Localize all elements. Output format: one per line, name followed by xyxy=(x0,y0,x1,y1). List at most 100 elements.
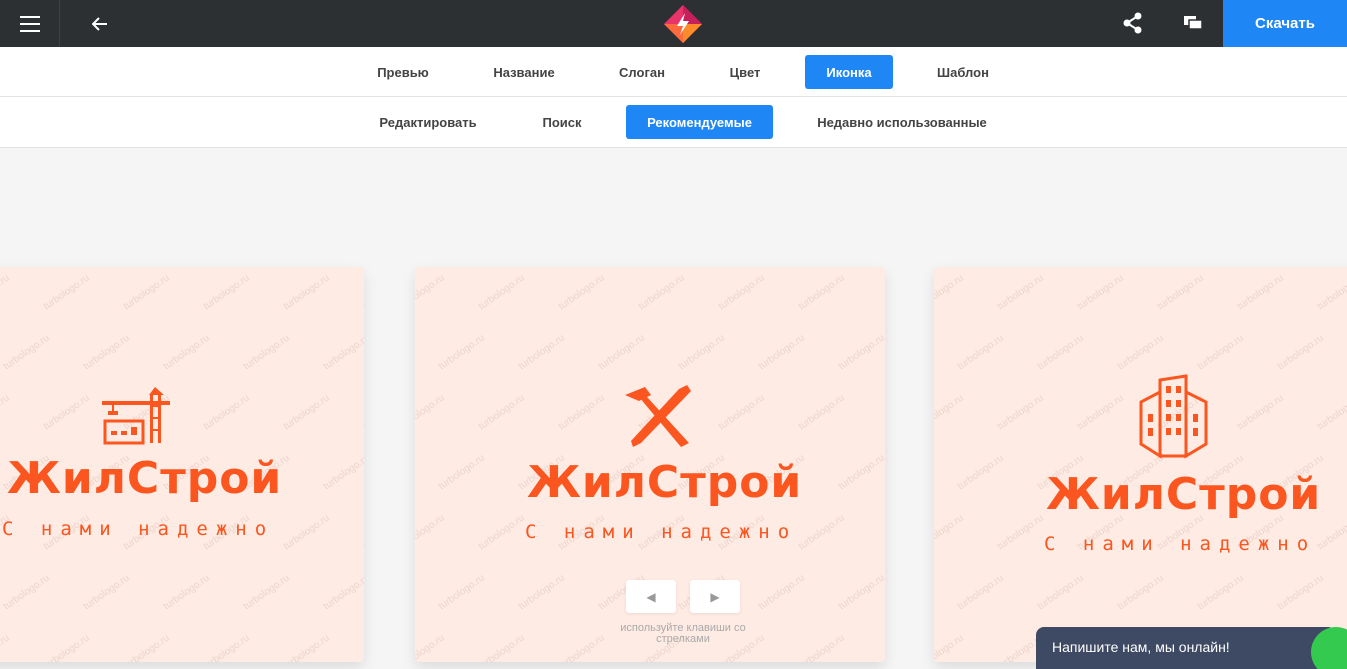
download-button[interactable]: Скачать xyxy=(1223,0,1347,47)
tab-slogan[interactable]: Слоган xyxy=(602,55,682,89)
online-chat-widget[interactable]: Напишите нам, мы онлайн! xyxy=(1036,627,1336,669)
back-button[interactable] xyxy=(80,0,120,47)
watermark-text: turbologo.ru xyxy=(836,332,885,373)
watermark-text: turbologo.ru xyxy=(836,452,885,493)
watermark-text: turbologo.ru xyxy=(934,632,966,662)
watermark-text: turbologo.ru xyxy=(955,572,1006,613)
watermark-text: turbologo.ru xyxy=(796,272,847,313)
subtab-recommended[interactable]: Рекомендуемые xyxy=(626,105,773,139)
watermark-text: turbologo.ru xyxy=(995,512,1046,553)
watermark-text: turbologo.ru xyxy=(1315,272,1347,313)
watermark-text: turbologo.ru xyxy=(476,392,527,433)
brand-slogan: С нами надежно xyxy=(1044,533,1317,555)
watermark-text: turbologo.ru xyxy=(81,332,132,373)
watermark-text: turbologo.ru xyxy=(1195,332,1246,373)
watermark-text: turbologo.ru xyxy=(321,452,364,493)
watermark-text: turbologo.ru xyxy=(995,392,1046,433)
watermark-text: turbologo.ru xyxy=(41,392,92,433)
triangle-left-icon: ◀ xyxy=(646,589,656,604)
watermark-text: turbologo.ru xyxy=(436,572,487,613)
watermark-text: turbologo.ru xyxy=(1075,272,1126,313)
watermark-text: turbologo.ru xyxy=(1115,572,1166,613)
watermark-text: turbologo.ru xyxy=(281,272,332,313)
watermark-text: turbologo.ru xyxy=(436,332,487,373)
watermark-text: turbologo.ru xyxy=(1155,272,1206,313)
watermark-text: turbologo.ru xyxy=(201,272,252,313)
watermark-text: turbologo.ru xyxy=(41,272,92,313)
tab-color[interactable]: Цвет xyxy=(712,55,778,89)
watermark-text: turbologo.ru xyxy=(1275,332,1326,373)
watermark-text: turbologo.ru xyxy=(361,512,364,553)
watermark-text: turbologo.ru xyxy=(934,392,966,433)
app-logo[interactable] xyxy=(663,4,703,44)
tab-template[interactable]: Шаблон xyxy=(922,55,1004,89)
keyboard-hint: используйте клавиши со стрелками xyxy=(620,622,746,645)
editor-tabs: Превью Название Слоган Цвет Иконка Шабло… xyxy=(0,47,1347,97)
tab-name[interactable]: Название xyxy=(474,55,574,89)
watermark-text: turbologo.ru xyxy=(796,632,847,662)
watermark-text: turbologo.ru xyxy=(796,392,847,433)
watermark-text: turbologo.ru xyxy=(556,392,607,433)
watermark-text: turbologo.ru xyxy=(1,332,52,373)
brand-name: ЖилСтрой xyxy=(7,453,283,504)
logo-card-1[interactable]: turbologo.ru turbologo.ru turbologo.ru turb… xyxy=(0,267,364,662)
watermark-text: turbologo.ru xyxy=(636,272,687,313)
watermark-text: turbologo.ru xyxy=(1035,572,1086,613)
arrow-left-icon xyxy=(92,16,107,31)
prev-button[interactable]: ◀ xyxy=(626,580,676,613)
subtab-edit[interactable]: Редактировать xyxy=(364,105,492,139)
brand-slogan: С нами надежно xyxy=(525,521,798,543)
watermark-text: turbologo.ru xyxy=(0,632,12,662)
logo-card-3[interactable]: turbologo.ru turbologo.ru turbologo.ru turb… xyxy=(934,267,1347,662)
watermark-text: turbologo.ru xyxy=(0,272,12,313)
subtab-recent[interactable]: Недавно использованные xyxy=(804,105,1000,139)
subtab-search[interactable]: Поиск xyxy=(527,105,597,139)
watermark-text: turbologo.ru xyxy=(516,332,567,373)
watermark-text: turbologo.ru xyxy=(0,392,12,433)
tab-icon[interactable]: Иконка xyxy=(805,55,893,89)
chat-button[interactable] xyxy=(1176,6,1210,40)
watermark-text: turbologo.ru xyxy=(676,332,727,373)
watermark-text: turbologo.ru xyxy=(415,512,447,553)
watermark-text: turbologo.ru xyxy=(596,332,647,373)
watermark-text: turbologo.ru xyxy=(556,272,607,313)
watermark-text: turbologo.ru xyxy=(121,272,172,313)
watermark-text: turbologo.ru xyxy=(81,572,132,613)
chat-widget-label: Напишите нам, мы онлайн! xyxy=(1052,639,1230,655)
watermark-text: turbologo.ru xyxy=(201,392,252,433)
watermark-text: turbologo.ru xyxy=(756,572,807,613)
skyscraper-icon xyxy=(1139,374,1208,459)
watermark-text: turbologo.ru xyxy=(241,332,292,373)
brand-slogan: С нами надежно xyxy=(2,518,275,540)
icon-subtabs: Редактировать Поиск Рекомендуемые Недавн… xyxy=(0,97,1347,148)
watermark-text: turbologo.ru xyxy=(1195,572,1246,613)
watermark-text: turbologo.ru xyxy=(361,392,364,433)
menu-button[interactable] xyxy=(0,0,60,47)
watermark-text: turbologo.ru xyxy=(1035,332,1086,373)
share-icon xyxy=(1123,12,1142,34)
turbologo-icon xyxy=(664,5,702,43)
watermark-text: turbologo.ru xyxy=(415,632,447,662)
watermark-text: turbologo.ru xyxy=(161,332,212,373)
watermark-text: turbologo.ru xyxy=(1075,392,1126,433)
watermark-text: turbologo.ru xyxy=(796,512,847,553)
watermark-text: turbologo.ru xyxy=(756,332,807,373)
tab-preview[interactable]: Превью xyxy=(358,55,448,89)
watermark-text: turbologo.ru xyxy=(934,272,966,313)
share-button[interactable] xyxy=(1116,6,1150,40)
watermark-text: turbologo.ru xyxy=(436,452,487,493)
watermark-text: turbologo.ru xyxy=(1275,572,1326,613)
watermark-text: turbologo.ru xyxy=(476,272,527,313)
watermark-text: turbologo.ru xyxy=(281,632,332,662)
watermark-text: turbologo.ru xyxy=(415,272,447,313)
watermark-text: turbologo.ru xyxy=(41,632,92,662)
watermark-text: turbologo.ru xyxy=(716,272,767,313)
watermark-text: turbologo.ru xyxy=(716,392,767,433)
next-button[interactable]: ▶ xyxy=(690,580,740,613)
watermark-text: turbologo.ru xyxy=(516,572,567,613)
chat-bubbles-icon xyxy=(1184,16,1203,30)
watermark-text: turbologo.ru xyxy=(1235,392,1286,433)
watermark-text: turbologo.ru xyxy=(1,572,52,613)
watermark-text: turbologo.ru xyxy=(476,512,527,553)
crane-building-icon xyxy=(102,387,170,445)
